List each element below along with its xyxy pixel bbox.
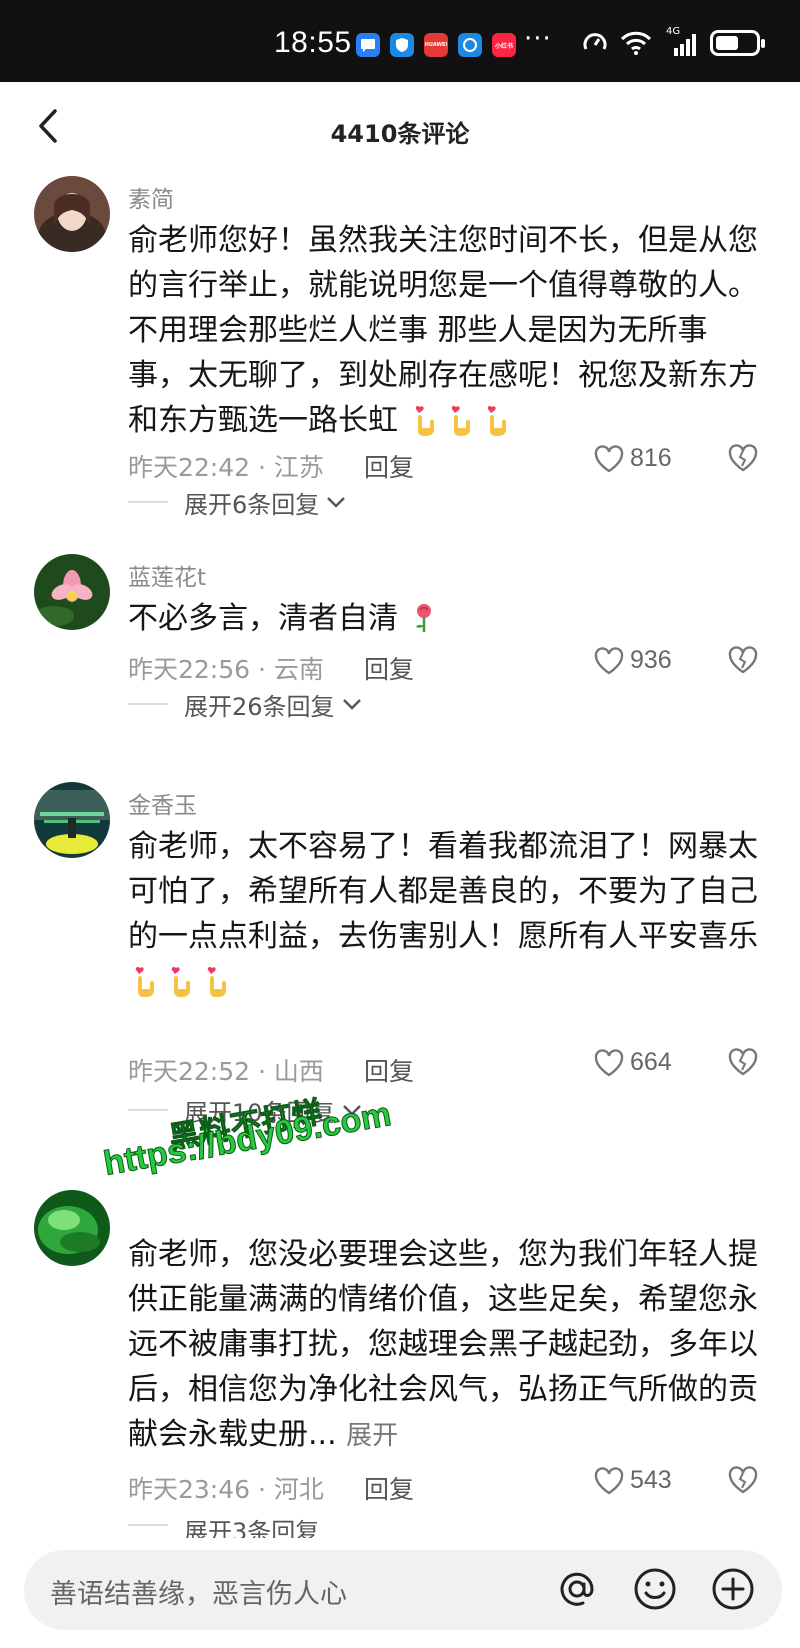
add-attachment-button[interactable] — [708, 1564, 758, 1614]
heart-icon — [594, 444, 624, 472]
expand-divider — [128, 501, 168, 503]
like-count: 543 — [630, 1466, 672, 1494]
message-app-icon — [356, 33, 380, 57]
dislike-button[interactable] — [728, 444, 764, 480]
comment-text: 俞老师您好！虽然我关注您时间不长，但是从您的言行举止，就能说明您是一个值得尊敬的… — [128, 223, 758, 438]
chevron-down-icon — [342, 699, 361, 710]
shield-app-icon — [390, 33, 414, 57]
comment-time-location: 昨天22:56 · 云南 — [128, 655, 324, 684]
battery-icon — [710, 30, 765, 56]
finger-heart-icon — [487, 405, 506, 436]
rose-emoji — [408, 601, 444, 636]
status-app-icons: HUAWEI 小红书 — [356, 33, 516, 57]
expand-text-link[interactable]: 展开 — [346, 1421, 398, 1451]
finger-heart-icon — [135, 966, 154, 997]
more-notifications-indicator: ··· — [524, 24, 552, 54]
heart-icon — [594, 1048, 624, 1076]
reply-button[interactable]: 回复 — [364, 1470, 414, 1506]
comment-username[interactable]: 金香玉 — [128, 786, 197, 820]
comment-username[interactable]: 蓝莲花t — [128, 558, 206, 592]
expand-replies-label: 展开26条回复 — [184, 692, 335, 721]
comment-time-location: 昨天23:46 · 河北 — [128, 1475, 324, 1504]
wifi-icon — [620, 31, 652, 55]
rose-icon — [415, 604, 431, 632]
comment-count-title: 4410条评论 — [330, 120, 470, 148]
like-button[interactable]: 936 — [594, 646, 672, 675]
comment-item: 素简 俞老师您好！虽然我关注您时间不长，但是从您的言行举止，就能说明您是一个值得… — [0, 176, 800, 536]
like-button[interactable]: 543 — [594, 1466, 672, 1495]
reply-button[interactable]: 回复 — [364, 1052, 414, 1088]
mention-button[interactable] — [552, 1564, 602, 1614]
broken-heart-icon — [728, 444, 758, 472]
huawei-app-icon: HUAWEI — [424, 33, 448, 57]
avatar[interactable] — [34, 1190, 110, 1266]
avatar[interactable] — [34, 554, 110, 630]
comment-username[interactable]: 素简 — [128, 180, 174, 214]
comment-input[interactable]: 善语结善缘，恶言伤人心 — [24, 1550, 782, 1630]
like-count: 664 — [630, 1048, 672, 1076]
smiley-icon — [634, 1568, 676, 1610]
avatar[interactable] — [34, 782, 110, 858]
comment-meta: 昨天22:56 · 云南 回复 936 — [128, 646, 768, 686]
comment-text: 不必多言，清者自清 — [128, 596, 764, 641]
comment-meta: 昨天22:42 · 江苏 回复 816 — [128, 444, 768, 484]
xiaohongshu-app-icon: 小红书 — [492, 33, 516, 57]
broken-heart-icon — [728, 646, 758, 674]
comment-item: 金香玉 俞老师，太不容易了！看着我都流泪了！网暴太可怕了，希望所有人都是善良的，… — [0, 782, 800, 1142]
like-button[interactable]: 816 — [594, 444, 672, 473]
dislike-button[interactable] — [728, 1466, 764, 1502]
expand-divider — [128, 1524, 168, 1526]
status-right-icons: 4G — [582, 26, 765, 56]
like-button[interactable]: 664 — [594, 1048, 672, 1077]
reply-button[interactable]: 回复 — [364, 650, 414, 686]
comment-item: 俞老师，您没必要理会这些，您为我们年轻人提供正能量满满的情绪价值，这些足矣，希望… — [0, 1190, 800, 1538]
like-count: 816 — [630, 444, 672, 472]
finger-heart-icon — [207, 966, 226, 997]
reply-button[interactable]: 回复 — [364, 448, 414, 484]
expand-replies-button[interactable]: 展开3条回复 — [128, 1512, 319, 1538]
expand-replies-label: 展开3条回复 — [184, 1518, 320, 1538]
dislike-button[interactable] — [728, 646, 764, 682]
comment-text: 俞老师，您没必要理会这些，您为我们年轻人提供正能量满满的情绪价值，这些足矣，希望… — [128, 1237, 758, 1452]
nfc-icon — [583, 33, 607, 50]
plus-circle-icon — [712, 1568, 754, 1610]
expand-divider — [128, 1109, 168, 1111]
comment-time-location: 昨天22:52 · 山西 — [128, 1057, 324, 1086]
emoji-button[interactable] — [630, 1564, 680, 1614]
expand-replies-button[interactable]: 展开6条回复 — [128, 482, 347, 522]
finger-heart-emoji — [128, 964, 236, 999]
comment-time-location: 昨天22:42 · 江苏 — [128, 453, 324, 482]
expand-replies-label: 展开6条回复 — [184, 490, 320, 519]
like-count: 936 — [630, 646, 672, 674]
heart-icon — [594, 1466, 624, 1494]
dislike-button[interactable] — [728, 1048, 764, 1084]
comment-input-bar: 善语结善缘，恶言伤人心 — [0, 1538, 800, 1648]
broken-heart-icon — [728, 1048, 758, 1076]
comment-meta: 昨天23:46 · 河北 回复 543 — [128, 1466, 768, 1506]
chevron-down-icon — [327, 497, 346, 508]
finger-heart-icon — [415, 405, 434, 436]
expand-divider — [128, 703, 168, 705]
browser-app-icon — [458, 33, 482, 57]
comment-item: 蓝莲花t 不必多言，清者自清 昨天22:56 · 云南 回复 936 展开26条… — [0, 554, 800, 764]
heart-icon — [594, 646, 624, 674]
comment-meta: 昨天22:52 · 山西 回复 664 — [128, 1048, 768, 1088]
status-time: 18:55 — [274, 26, 352, 59]
at-sign-icon — [560, 1572, 594, 1606]
broken-heart-icon — [728, 1466, 758, 1494]
expand-replies-button[interactable]: 展开26条回复 — [128, 684, 363, 724]
avatar[interactable] — [34, 176, 110, 252]
comment-input-placeholder: 善语结善缘，恶言伤人心 — [50, 1579, 347, 1610]
comments-header: 4410条评论 — [0, 82, 800, 178]
comment-text: 俞老师，太不容易了！看着我都流泪了！网暴太可怕了，希望所有人都是善良的，不要为了… — [128, 824, 764, 1004]
finger-heart-icon — [451, 405, 470, 436]
status-bar: 18:55 HUAWEI 小红书 ··· 4G — [0, 0, 800, 82]
finger-heart-emoji — [408, 403, 516, 438]
finger-heart-icon — [171, 966, 190, 997]
cellular-signal-icon: 4G — [664, 26, 698, 56]
